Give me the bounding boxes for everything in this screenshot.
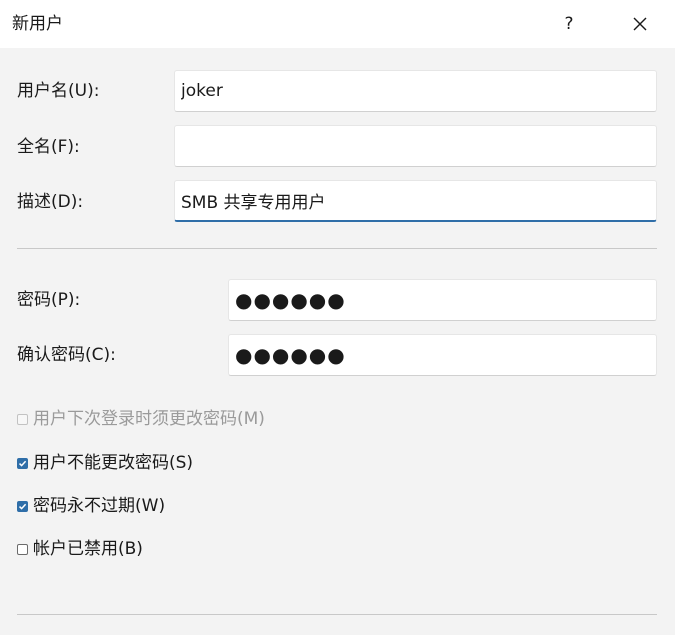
confirm-password-label: 确认密码(C): [17, 345, 116, 365]
cannot-change-checkbox[interactable] [17, 457, 28, 469]
fullname-input[interactable] [174, 125, 657, 167]
fullname-label: 全名(F): [17, 137, 80, 157]
cannot-change-label: 用户不能更改密码(S) [33, 453, 194, 473]
checkmark-icon [18, 460, 27, 467]
username-label: 用户名(U): [17, 81, 100, 101]
checkmark-icon [18, 503, 27, 510]
description-label: 描述(D): [17, 192, 84, 212]
username-input[interactable] [174, 70, 657, 112]
option-cannot-change-password[interactable]: 用户不能更改密码(S) [17, 452, 193, 474]
new-user-dialog: 新用户 ? 用户名(U): 全名(F): 描述(D): 密码(P): 确认密码(… [0, 0, 675, 635]
section-divider-bottom [17, 614, 657, 615]
must-change-checkbox[interactable] [17, 413, 28, 425]
dialog-title: 新用户 [12, 14, 63, 34]
help-button[interactable]: ? [548, 4, 590, 44]
confirm-password-input[interactable] [228, 334, 657, 376]
section-divider-top [17, 248, 657, 249]
close-button[interactable] [618, 4, 662, 44]
option-must-change-password[interactable]: 用户下次登录时须更改密码(M) [17, 408, 265, 430]
account-disabled-checkbox[interactable] [17, 543, 28, 555]
password-input[interactable] [228, 279, 657, 321]
description-input[interactable] [174, 180, 657, 222]
must-change-label: 用户下次登录时须更改密码(M) [33, 409, 265, 429]
option-password-never-expires[interactable]: 密码永不过期(W) [17, 495, 165, 517]
title-bar: 新用户 ? [0, 0, 675, 48]
option-account-disabled[interactable]: 帐户已禁用(B) [17, 538, 143, 560]
close-icon [633, 17, 647, 31]
never-expires-label: 密码永不过期(W) [33, 496, 166, 516]
account-disabled-label: 帐户已禁用(B) [33, 539, 143, 559]
password-label: 密码(P): [17, 290, 81, 310]
never-expires-checkbox[interactable] [17, 500, 28, 512]
